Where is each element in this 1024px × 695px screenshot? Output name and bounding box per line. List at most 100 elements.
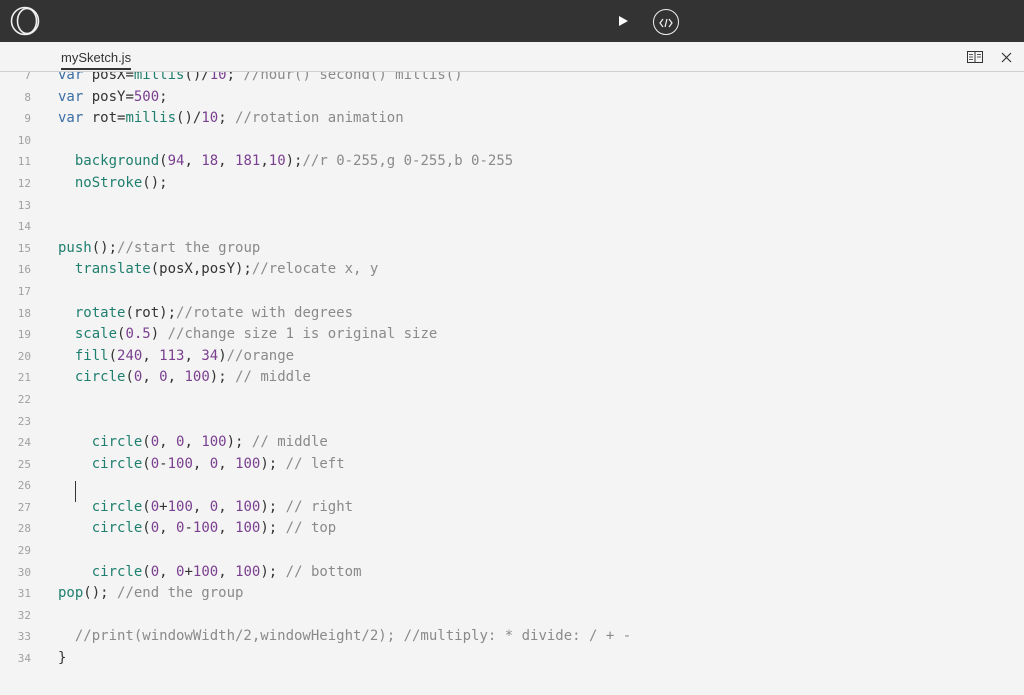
code-token-text: ); [260, 455, 286, 472]
play-icon [617, 12, 629, 31]
code-token-number: 0 [150, 455, 160, 472]
code-line[interactable]: 14 [0, 216, 1024, 238]
line-number: 15 [17, 241, 31, 255]
code-token-text: ( [142, 498, 151, 515]
code-line[interactable]: 18 rotate(rot);//rotate with degrees [0, 303, 1024, 325]
code-line[interactable]: 20 fill(240, 113, 34)//orange [0, 346, 1024, 368]
code-token-text: - [184, 520, 193, 537]
split-view-icon[interactable] [966, 50, 984, 64]
code-token-text: ( [159, 153, 168, 170]
code-line[interactable]: 10 [0, 130, 1024, 152]
code-token-text: ( [108, 347, 118, 364]
code-line[interactable]: 11 background(94, 18, 181,10);//r 0-255,… [0, 151, 1024, 173]
code-token-number: 0 [209, 498, 219, 515]
line-number: 19 [17, 328, 31, 342]
code-token-text: , [192, 455, 210, 472]
code-token-number: 240 [117, 347, 143, 364]
p5-logo-icon[interactable] [10, 6, 42, 36]
code-line[interactable]: 31 pop(); //end the group [0, 583, 1024, 605]
code-line[interactable]: 16 translate(posX,posY);//relocate x, y [0, 259, 1024, 281]
code-token-comment: //start the group [117, 239, 261, 256]
code-token-text: , [159, 520, 177, 537]
code-line[interactable]: 32 [0, 605, 1024, 627]
code-line[interactable]: 27 circle(0+100, 0, 100); // right [0, 497, 1024, 519]
code-line[interactable]: 25 circle(0-100, 0, 100); // left [0, 454, 1024, 476]
close-icon[interactable] [997, 50, 1015, 64]
code-text: var rot=millis()/10; //rotation animatio… [58, 108, 404, 130]
line-number: 21 [17, 371, 31, 385]
run-button[interactable] [611, 9, 635, 33]
code-line[interactable]: 19 scale(0.5) //change size 1 is origina… [0, 324, 1024, 346]
code-line[interactable]: 30 circle(0, 0+100, 100); // bottom [0, 562, 1024, 584]
line-number: 11 [17, 155, 31, 169]
code-token-text: (posX,posY); [150, 261, 252, 278]
code-token-comment: // middle [235, 369, 311, 386]
code-token-text: , [260, 153, 269, 170]
code-line[interactable]: 22 [0, 389, 1024, 411]
code-text: translate(posX,posY);//relocate x, y [58, 259, 378, 281]
line-number: 28 [17, 522, 31, 536]
tab-mysketch-js[interactable]: mySketch.js [61, 50, 132, 70]
code-line[interactable]: 23 [0, 411, 1024, 433]
code-line[interactable]: 29 [0, 540, 1024, 562]
code-token-number: 100 [235, 455, 261, 472]
code-token-text: ()/ [184, 72, 210, 83]
code-token-function: circle [91, 498, 143, 515]
code-token-comment: //print(windowWidth/2,windowHeight/2); /… [74, 628, 632, 645]
code-token-text: ); [285, 153, 303, 170]
code-text: noStroke(); [58, 173, 168, 195]
code-line[interactable]: 7 var posX=millis()/10; //hour() second()… [0, 72, 1024, 87]
code-line[interactable]: 15 push();//start the group [0, 238, 1024, 260]
code-line[interactable]: 9 var rot=millis()/10; //rotation animati… [0, 108, 1024, 130]
code-text: push();//start the group [58, 238, 260, 260]
code-token-number: 100 [201, 434, 227, 451]
code-line[interactable]: 13 [0, 195, 1024, 217]
code-token-text: , [218, 153, 236, 170]
line-number: 25 [17, 457, 31, 471]
line-number: 34 [17, 652, 31, 666]
code-editor[interactable]: 7 var posX=millis()/10; //hour() second()… [0, 72, 1024, 695]
code-token-function: background [74, 153, 160, 170]
code-line[interactable]: 12 noStroke(); [0, 173, 1024, 195]
code-line[interactable]: 21 circle(0, 0, 100); // middle [0, 367, 1024, 389]
code-line[interactable]: 33 //print(windowWidth/2,windowHeight/2)… [0, 626, 1024, 648]
code-token-text: ) [150, 326, 168, 343]
code-line[interactable]: 8 var posY=500; [0, 87, 1024, 109]
code-token-text: , [218, 455, 236, 472]
code-token-number: 100 [192, 520, 219, 537]
code-line[interactable]: 28 circle(0, 0-100, 100); // top [0, 518, 1024, 540]
code-token-function: millis [133, 72, 185, 83]
code-token-number: 100 [235, 563, 261, 580]
embed-code-button[interactable] [653, 9, 679, 35]
code-token-text: , [159, 563, 177, 580]
code-token-text: ); [226, 434, 252, 451]
code-token-text: ; [226, 72, 244, 83]
code-token-comment: //end the group [117, 585, 244, 602]
code-token-text: ( [142, 520, 151, 537]
line-number: 16 [17, 263, 31, 277]
code-token-function: circle [91, 520, 143, 537]
code-text: circle(0, 0-100, 100); // top [58, 518, 337, 540]
code-text: circle(0+100, 0, 100); // right [58, 497, 353, 519]
code-text: //print(windowWidth/2,windowHeight/2); /… [58, 626, 631, 648]
code-token-function: pop [58, 585, 84, 602]
code-token-number: 94 [167, 153, 185, 170]
code-brackets-icon [659, 13, 673, 32]
code-token-number: 500 [133, 88, 160, 105]
text-cursor [75, 481, 76, 502]
code-token-text: (); [83, 585, 118, 602]
top-toolbar [0, 0, 1024, 42]
code-line[interactable]: 26 [0, 475, 1024, 497]
line-number: 33 [17, 630, 31, 644]
code-line[interactable]: 34} [0, 648, 1024, 670]
code-token-text: ); [209, 369, 236, 386]
line-number: 24 [17, 436, 31, 450]
code-token-text: , [159, 434, 177, 451]
code-line[interactable]: 17 [0, 281, 1024, 303]
code-line[interactable]: 24 circle(0, 0, 100); // middle [0, 432, 1024, 454]
